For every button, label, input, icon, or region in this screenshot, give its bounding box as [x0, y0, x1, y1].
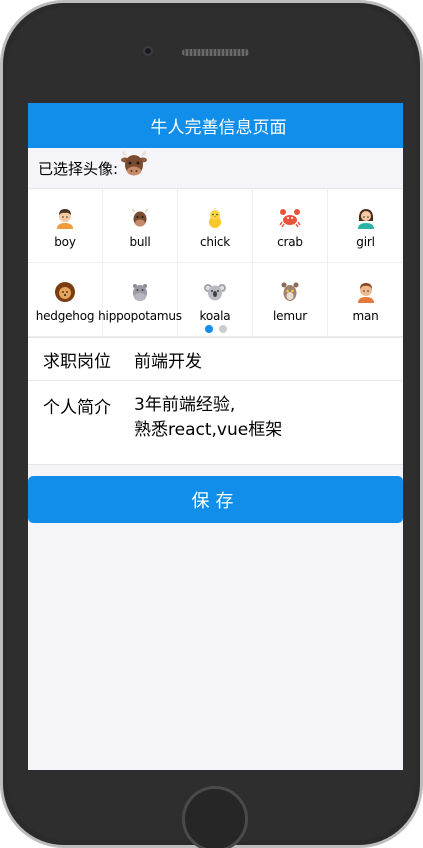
avatar-label: girl — [356, 235, 375, 249]
avatar-grid: boy bull chick crab girl hedgehog hippop… — [28, 189, 403, 337]
position-label: 求职岗位 — [43, 351, 111, 372]
avatar-label: koala — [199, 309, 231, 323]
crab-icon — [279, 207, 301, 229]
intro-line-1: 3年前端经验, — [134, 395, 236, 415]
page-dot-2[interactable] — [218, 325, 227, 333]
intro-textarea[interactable]: 3年前端经验, 熟悉react,vue框架 — [134, 393, 282, 443]
avatar-label: hedgehog — [35, 309, 95, 323]
chick-icon — [204, 207, 226, 229]
page-dot-1[interactable] — [204, 325, 213, 333]
lemur-icon — [279, 281, 301, 303]
front-camera — [143, 46, 153, 56]
intro-line-2: 熟悉react,vue框架 — [134, 420, 283, 440]
intro-field[interactable]: 个人简介 3年前端经验, 熟悉react,vue框架 — [28, 381, 403, 465]
profile-form: 求职岗位 前端开发 个人简介 3年前端经验, 熟悉react,vue框架 — [28, 338, 403, 465]
page-title: 牛人完善信息页面 — [150, 118, 287, 138]
selected-avatar-label: 已选择头像: — [38, 159, 119, 178]
bull-icon — [119, 149, 149, 179]
avatar-label: crab — [277, 235, 303, 249]
avatar-item-girl[interactable]: girl — [328, 189, 403, 263]
hippopotamus-icon — [129, 281, 151, 303]
man-icon — [355, 281, 377, 303]
koala-icon — [204, 281, 226, 303]
position-field[interactable]: 求职岗位 前端开发 — [28, 338, 403, 381]
avatar-item-bull[interactable]: bull — [103, 189, 178, 263]
avatar-label: lemur — [273, 309, 307, 323]
avatar-item-chick[interactable]: chick — [178, 189, 253, 263]
selected-avatar-header: 已选择头像: — [28, 148, 403, 189]
carousel-pagination — [28, 325, 403, 333]
save-button[interactable]: 保存 — [28, 476, 403, 523]
avatar-label: man — [352, 309, 379, 323]
position-input[interactable]: 前端开发 — [134, 347, 202, 372]
avatar-grid-carousel: boy bull chick crab girl hedgehog hippop… — [28, 189, 403, 338]
intro-label: 个人简介 — [43, 398, 111, 418]
home-button[interactable] — [182, 786, 248, 848]
avatar-item-crab[interactable]: crab — [253, 189, 328, 263]
save-button-label: 保存 — [191, 490, 240, 512]
earpiece-speaker — [182, 49, 249, 56]
avatar-label: boy — [54, 235, 76, 249]
avatar-label: chick — [199, 235, 231, 249]
avatar-label: bull — [129, 235, 151, 249]
hedgehog-icon — [54, 281, 76, 303]
navbar: 牛人完善信息页面 — [28, 103, 403, 148]
avatar-label: hippopotamus — [98, 309, 182, 323]
phone-frame: 牛人完善信息页面 已选择头像: boy bull chick crab girl… — [0, 0, 423, 848]
boy-icon — [54, 207, 76, 229]
avatar-item-boy[interactable]: boy — [28, 189, 103, 263]
girl-icon — [355, 207, 377, 229]
app-screen: 牛人完善信息页面 已选择头像: boy bull chick crab girl… — [28, 103, 403, 770]
bull-icon — [129, 207, 151, 229]
